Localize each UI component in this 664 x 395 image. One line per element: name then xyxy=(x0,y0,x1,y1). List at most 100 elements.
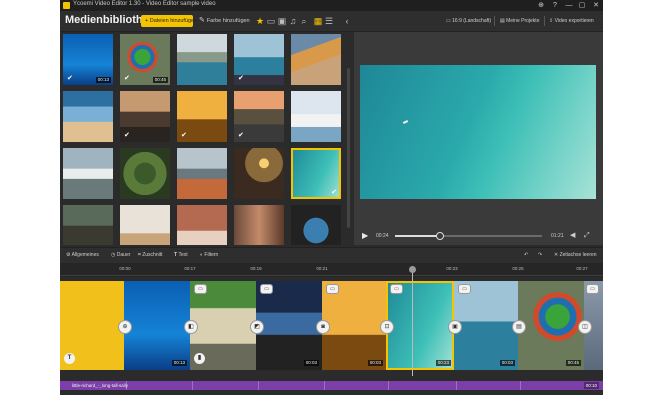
text-overlay-icon[interactable]: T xyxy=(64,353,75,364)
seek-bar[interactable] xyxy=(395,232,542,240)
media-duration: 00:13 xyxy=(95,77,111,83)
text-button[interactable]: T Text xyxy=(174,251,188,259)
grid-view-icon[interactable]: ▦ xyxy=(313,16,323,26)
media-thumbnail[interactable] xyxy=(63,148,113,199)
filters-button[interactable]: ◐ Filtern xyxy=(200,251,218,259)
search-icon[interactable]: ⌕ xyxy=(299,16,309,26)
timeline-clip[interactable]: 00:03 xyxy=(454,281,518,370)
maximize-button[interactable]: ▢ xyxy=(575,0,589,11)
seek-knob[interactable] xyxy=(436,232,445,240)
audio-marker xyxy=(520,381,521,390)
app-window: Ycoemi Video Editor 1.30 - Video Editor … xyxy=(60,0,603,395)
timeline-clip[interactable]: 00:03 xyxy=(322,281,386,370)
playhead-handle[interactable] xyxy=(409,266,416,273)
window-title: Ycoemi Video Editor 1.30 - Video Editor … xyxy=(73,1,216,7)
clip-menu-icon[interactable]: ▭ xyxy=(586,284,599,294)
transition-icon[interactable]: ⊡ xyxy=(380,320,394,334)
clip-menu-icon[interactable]: ▭ xyxy=(326,284,339,294)
media-thumbnail[interactable] xyxy=(120,205,170,245)
transition-icon[interactable]: ▣ xyxy=(448,320,462,334)
transition-icon[interactable]: ◧ xyxy=(184,320,198,334)
media-thumbnail-selected[interactable]: ✔ xyxy=(291,148,341,199)
media-thumbnail[interactable]: ✔ xyxy=(177,91,227,142)
list-view-icon[interactable]: ☰ xyxy=(324,16,334,26)
toolbar-divider xyxy=(494,16,495,26)
minimize-button[interactable]: — xyxy=(562,0,576,11)
aspect-ratio-button[interactable]: ▭ 16:9 (Landschaft) xyxy=(446,15,491,27)
media-thumbnail[interactable] xyxy=(120,148,170,199)
media-thumbnail[interactable]: ✔ xyxy=(234,91,284,142)
clip-duration: 00:23 xyxy=(435,360,451,366)
media-thumbnail[interactable]: ✔ 00:45 xyxy=(120,34,170,85)
media-thumbnail[interactable] xyxy=(234,205,284,245)
timeline-clip[interactable]: 00:03 xyxy=(256,281,322,370)
clear-timeline-button[interactable]: ✕ Zeitachse leeren xyxy=(554,251,597,259)
video-filter-icon[interactable]: ▭ xyxy=(266,16,276,26)
add-color-button[interactable]: ✎ Farbe hinzufügen xyxy=(199,15,250,27)
timeline-clip[interactable]: 00:45 xyxy=(518,281,584,370)
export-video-label: Video exportieren xyxy=(554,18,594,24)
media-thumbnail[interactable]: ✔ 00:13 xyxy=(63,34,113,85)
settings-icon[interactable]: ⊕ xyxy=(534,0,548,11)
clip-menu-icon[interactable]: ▭ xyxy=(390,284,403,294)
collapse-chevron-icon[interactable]: ‹ xyxy=(342,16,352,26)
video-preview[interactable] xyxy=(360,65,596,199)
media-scrollbar[interactable] xyxy=(347,68,350,228)
transition-icon[interactable]: ▤ xyxy=(512,320,526,334)
clip-duration: 00:03 xyxy=(303,360,319,366)
total-time: 01:21 xyxy=(551,233,564,239)
media-thumbnail[interactable] xyxy=(177,205,227,245)
export-video-button[interactable]: ⇪ Video exportieren xyxy=(549,15,594,27)
timeline-ruler[interactable]: 00:00 00:17 00:19 00:21 00:23 00:25 00:2… xyxy=(60,263,603,277)
clip-menu-icon[interactable]: ▭ xyxy=(194,284,207,294)
close-button[interactable]: ✕ xyxy=(589,0,603,11)
fullscreen-icon[interactable]: ⤢ xyxy=(584,231,590,240)
undo-icon[interactable]: ↶ xyxy=(524,251,528,259)
transition-icon[interactable]: ⊕ xyxy=(118,320,132,334)
toolbar-divider xyxy=(544,16,545,26)
media-thumbnail[interactable] xyxy=(63,91,113,142)
preview-pane: ▶ 00:24 01:21 ◀ ⤢ xyxy=(354,32,603,245)
play-icon[interactable]: ▶ xyxy=(362,231,368,240)
add-color-label: Farbe hinzufügen xyxy=(206,18,250,24)
media-thumbnail[interactable] xyxy=(291,205,341,245)
volume-icon[interactable]: ◀ xyxy=(570,231,575,240)
add-files-button[interactable]: + Dateien hinzufügen xyxy=(141,15,197,27)
favorites-star-icon[interactable]: ★ xyxy=(255,16,265,26)
redo-icon[interactable]: ↷ xyxy=(538,251,542,259)
transition-icon[interactable]: ◫ xyxy=(578,320,592,334)
media-thumbnail[interactable] xyxy=(177,34,227,85)
help-icon[interactable]: ? xyxy=(548,0,562,11)
clip-menu-icon[interactable]: ▭ xyxy=(458,284,471,294)
media-thumbnail[interactable] xyxy=(63,205,113,245)
clip-menu-icon[interactable]: ▭ xyxy=(260,284,273,294)
media-thumbnail[interactable] xyxy=(177,148,227,199)
media-thumbnail[interactable]: ✔ xyxy=(234,34,284,85)
general-button[interactable]: ⚙ Allgemeines xyxy=(66,251,99,259)
clip-duration: 00:03 xyxy=(367,360,383,366)
playhead[interactable] xyxy=(412,266,413,376)
transition-icon[interactable]: ◩ xyxy=(250,320,264,334)
media-thumbnail[interactable] xyxy=(234,148,284,199)
media-thumbnail[interactable] xyxy=(291,91,341,142)
duration-button[interactable]: ◷ Dauer xyxy=(111,251,130,259)
music-filter-icon[interactable]: ♫ xyxy=(288,16,298,26)
general-label: Allgemeines xyxy=(71,252,99,258)
ruler-tick: 00:00 xyxy=(119,266,131,271)
my-projects-button[interactable]: ▤ Meine Projekte xyxy=(500,15,539,27)
audio-track[interactable]: little-richard_-_long-tall-sally 00:10 xyxy=(60,381,603,390)
current-time: 00:24 xyxy=(376,233,389,239)
image-filter-icon[interactable]: ▣ xyxy=(277,16,287,26)
audio-duration: 00:10 xyxy=(583,382,599,389)
timeline-clip-selected[interactable]: 00:23 xyxy=(386,281,454,370)
crop-button[interactable]: ⌗ Zuschnitt xyxy=(138,251,163,259)
ruler-tick: 00:21 xyxy=(316,266,328,271)
clip-duration: 00:45 xyxy=(565,360,581,366)
transition-icon[interactable]: ◙ xyxy=(316,320,330,334)
timeline-clip[interactable]: 00:13 xyxy=(124,281,190,370)
media-thumbnail[interactable] xyxy=(291,34,341,85)
media-thumbnail[interactable]: ✔ xyxy=(120,91,170,142)
timeline-clip[interactable]: T xyxy=(60,281,124,370)
text-overlay-icon[interactable]: ▮ xyxy=(194,353,205,364)
clear-timeline-label: Zeitachse leeren xyxy=(559,252,597,258)
